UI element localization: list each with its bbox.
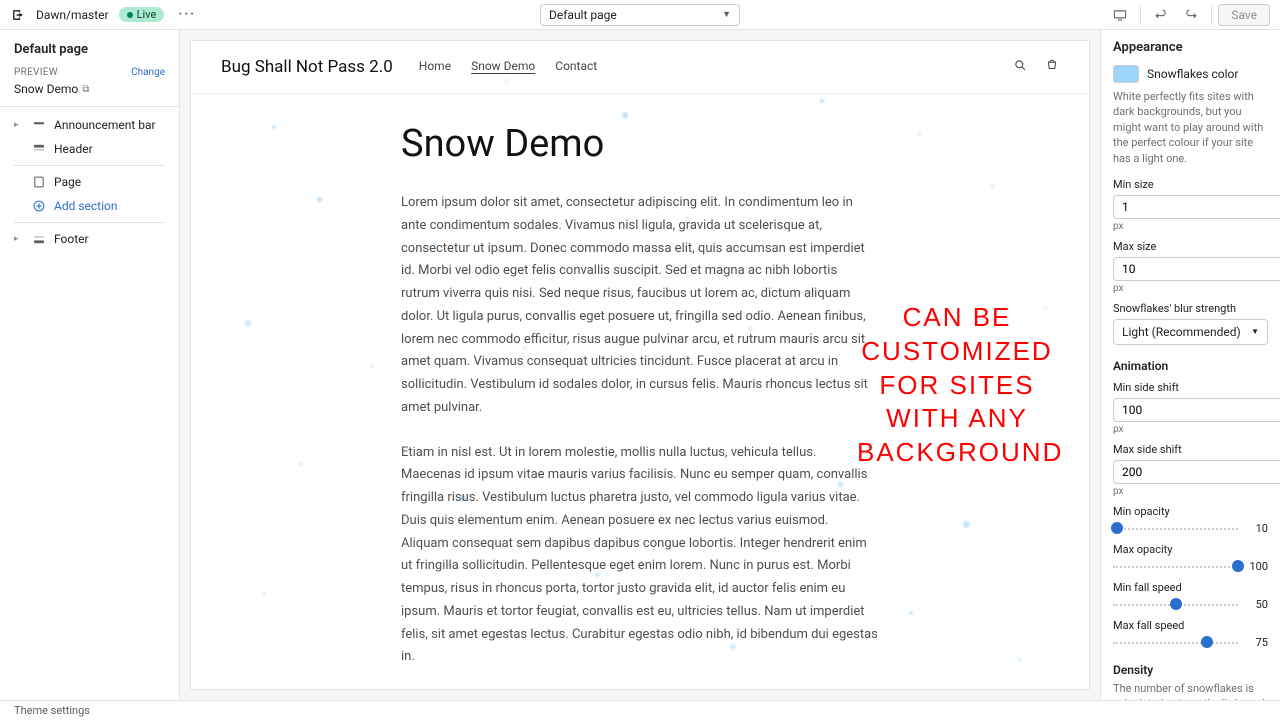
plus-circle-icon (32, 199, 46, 213)
save-button[interactable]: Save (1218, 4, 1270, 26)
page-title: Default page (0, 30, 179, 67)
slider-value: 100 (1246, 560, 1268, 573)
redo-icon[interactable] (1177, 3, 1205, 27)
theme-settings-link[interactable]: Theme settings (14, 704, 90, 717)
caret-icon: ▸ (14, 234, 24, 244)
left-sidebar: Default page PREVIEW Change Snow Demo ⧉ … (0, 30, 180, 700)
chevron-down-icon: ▼ (722, 9, 731, 20)
max-shift-input[interactable] (1113, 460, 1280, 484)
add-section[interactable]: Add section (0, 194, 179, 218)
min-opacity-slider[interactable] (1113, 522, 1238, 534)
nav-contact[interactable]: Contact (555, 59, 597, 75)
exit-icon[interactable] (10, 7, 26, 23)
live-badge: Live (119, 7, 165, 22)
paragraph: Lorem ipsum dolor sit amet, consectetur … (401, 192, 879, 420)
max-opacity-slider[interactable] (1113, 560, 1238, 572)
max-size-input[interactable] (1113, 257, 1280, 281)
paragraph: Etiam in nisl est. Ut in lorem molestie,… (401, 442, 879, 670)
undo-icon[interactable] (1147, 3, 1175, 27)
page-selector[interactable]: Default page ▼ (540, 4, 740, 26)
density-help: The number of snowflakes is calculated a… (1113, 681, 1268, 700)
color-swatch[interactable] (1113, 65, 1139, 83)
section-label: Announcement bar (54, 118, 156, 132)
caret-icon: ▸ (14, 120, 24, 130)
section-page[interactable]: Page (0, 170, 179, 194)
min-size-input[interactable] (1113, 195, 1280, 219)
theme-name: Dawn/master (36, 8, 109, 22)
cart-icon[interactable] (1045, 58, 1059, 76)
footer-icon (32, 232, 46, 246)
unit-label: px (1113, 221, 1268, 232)
page-heading: Snow Demo (401, 122, 879, 166)
max-opacity-label: Max opacity (1113, 543, 1268, 556)
nav-home[interactable]: Home (419, 59, 451, 75)
search-icon[interactable] (1013, 58, 1027, 76)
color-help: White perfectly fits sites with dark bac… (1113, 89, 1268, 166)
external-link-icon[interactable]: ⧉ (82, 84, 89, 95)
site-title: Bug Shall Not Pass 2.0 (221, 57, 393, 77)
blur-value: Light (Recommended) (1122, 325, 1241, 339)
unit-label: px (1113, 283, 1268, 294)
desktop-view-icon[interactable] (1106, 3, 1134, 27)
page-selector-label: Default page (549, 8, 617, 22)
max-shift-label: Max side shift (1113, 443, 1268, 456)
more-menu[interactable]: ··· (174, 7, 200, 22)
blur-select[interactable]: Light (Recommended)▼ (1113, 319, 1268, 345)
min-fall-label: Min fall speed (1113, 581, 1268, 594)
min-shift-input[interactable] (1113, 398, 1280, 422)
section-header[interactable]: Header (0, 137, 179, 161)
min-shift-label: Min side shift (1113, 381, 1268, 394)
promo-overlay: CAN BE CUSTOMIZED FOR SITES WITH ANY BAC… (857, 301, 1057, 470)
header-icon (32, 142, 46, 156)
density-heading: Density (1113, 663, 1268, 677)
animation-heading: Animation (1113, 359, 1268, 373)
top-bar: Dawn/master Live ··· Default page ▼ Save (0, 0, 1280, 30)
page-icon (32, 175, 46, 189)
unit-label: px (1113, 424, 1268, 435)
min-opacity-label: Min opacity (1113, 505, 1268, 518)
section-announcement-bar[interactable]: ▸ Announcement bar (0, 113, 179, 137)
max-size-label: Max size (1113, 240, 1268, 253)
footer-bar: Theme settings (0, 700, 1280, 720)
max-fall-slider[interactable] (1113, 636, 1238, 648)
blur-label: Snowflakes' blur strength (1113, 302, 1268, 315)
section-label: Header (54, 142, 93, 156)
unit-label: px (1113, 486, 1268, 497)
slider-value: 10 (1246, 522, 1268, 535)
preview-label: PREVIEW (14, 67, 58, 78)
appearance-heading: Appearance (1113, 40, 1268, 55)
settings-panel: Appearance Snowflakes color White perfec… (1100, 30, 1280, 700)
section-label: Page (54, 175, 81, 189)
section-label: Footer (54, 232, 89, 246)
preview-name: Snow Demo (14, 82, 78, 96)
section-footer[interactable]: ▸ Footer (0, 227, 179, 251)
max-fall-label: Max fall speed (1113, 619, 1268, 632)
preview-pane: Bug Shall Not Pass 2.0 Home Snow Demo Co… (190, 40, 1090, 690)
section-label: Add section (54, 199, 118, 213)
slider-value: 50 (1246, 598, 1268, 611)
min-fall-slider[interactable] (1113, 598, 1238, 610)
announcement-icon (32, 118, 46, 132)
min-size-label: Min size (1113, 178, 1268, 191)
site-header: Bug Shall Not Pass 2.0 Home Snow Demo Co… (191, 41, 1089, 94)
color-label: Snowflakes color (1147, 67, 1238, 81)
nav-snow-demo[interactable]: Snow Demo (471, 59, 535, 75)
slider-value: 75 (1246, 636, 1268, 649)
change-preview[interactable]: Change (131, 67, 165, 78)
